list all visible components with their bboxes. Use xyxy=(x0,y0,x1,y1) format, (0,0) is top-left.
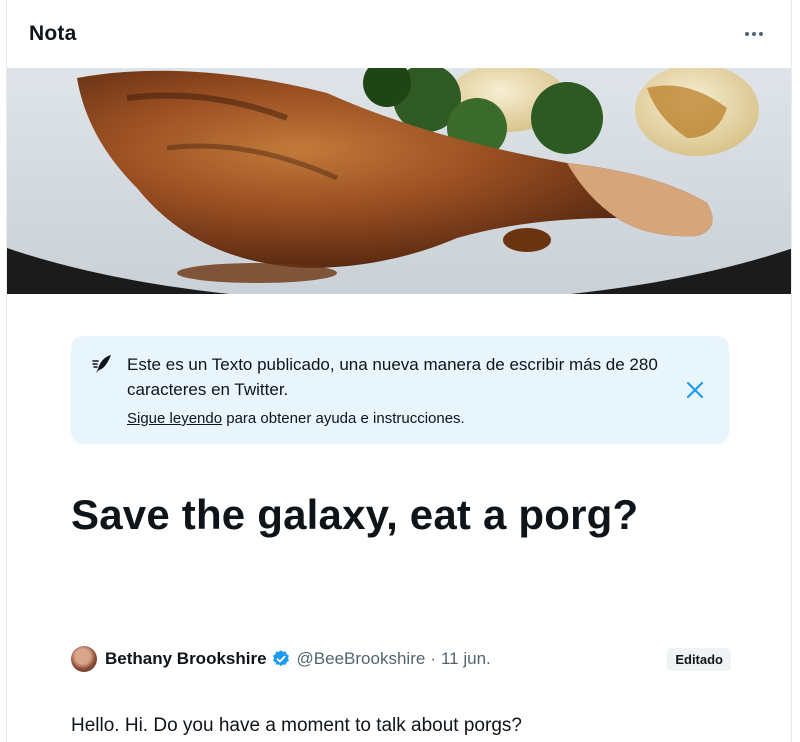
verified-badge-icon xyxy=(272,650,289,667)
roast-chicken-image xyxy=(7,68,791,294)
published-text-notice: Este es un Texto publicado, una nueva ma… xyxy=(71,336,729,444)
more-horizontal-icon xyxy=(745,32,749,36)
edited-badge: Editado xyxy=(667,647,731,671)
byline: Bethany Brookshire @BeeBrookshire · 11 j… xyxy=(71,644,731,674)
article-body: Hello. Hi. Do you have a moment to talk … xyxy=(71,715,522,736)
notice-text: Este es un Texto publicado, una nueva ma… xyxy=(127,355,658,399)
cover-image xyxy=(7,68,791,294)
read-more-link[interactable]: Sigue leyendo xyxy=(127,410,222,427)
quill-icon xyxy=(92,355,111,373)
note-panel: Nota Este es un Texto publicado, una nue… xyxy=(6,0,792,742)
byline-separator: · xyxy=(430,649,436,668)
author-name[interactable]: Bethany Brookshire xyxy=(105,649,267,669)
publish-date[interactable]: 11 jun. xyxy=(441,649,491,669)
more-options-button[interactable] xyxy=(739,26,769,42)
notice-help: Sigue leyendo para obtener ayuda e instr… xyxy=(127,410,711,427)
top-bar: Nota xyxy=(7,0,791,68)
close-icon[interactable] xyxy=(683,378,707,402)
avatar[interactable] xyxy=(71,646,97,672)
article-title: Save the galaxy, eat a porg? xyxy=(71,491,639,538)
notice-help-text: para obtener ayuda e instrucciones. xyxy=(222,410,465,427)
page-title: Nota xyxy=(29,22,77,45)
author-handle[interactable]: @BeeBrookshire xyxy=(297,649,426,669)
